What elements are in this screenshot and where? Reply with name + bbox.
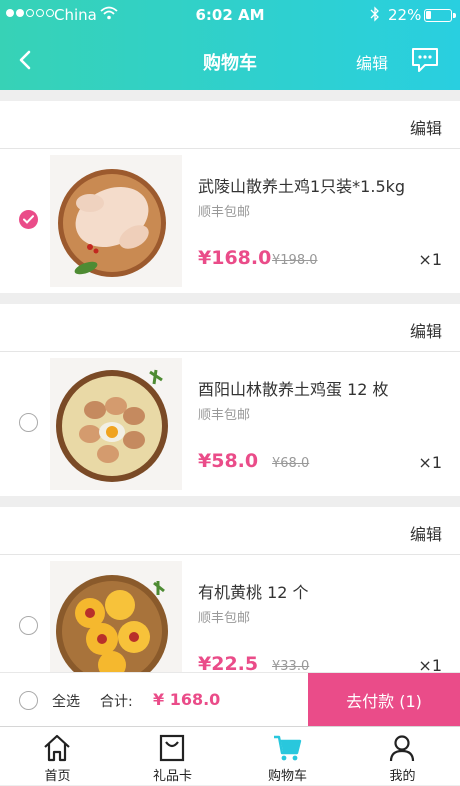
product-name[interactable]: 武陵山散养土鸡1只装*1.5kg [198,173,405,197]
item-edit-button[interactable]: 编辑 [410,521,442,545]
quantity: ×1 [418,250,442,269]
item-checkbox[interactable] [19,616,38,635]
tab-cart[interactable]: 购物车 [230,727,345,786]
home-icon [44,734,70,762]
product-price: ¥58.0 [198,450,259,472]
checkout-bar: 全选 合计: ¥ 168.0 去付款 (1) [0,672,460,727]
select-all-checkbox[interactable] [19,691,38,710]
original-price: ¥68.0 [272,456,310,471]
product-name[interactable]: 酉阳山林散养土鸡蛋 12 枚 [198,376,389,400]
cart-item-header: 编辑 [0,507,460,555]
tab-gift-card[interactable]: 礼品卡 [115,727,230,786]
product-price: ¥168.0 [198,247,272,269]
item-checkbox[interactable] [19,413,38,432]
item-edit-button[interactable]: 编辑 [410,318,442,342]
original-price: ¥198.0 [272,253,318,268]
cart-item-header: 编辑 [0,304,460,352]
status-bar: China 6:02 AM 22% [0,0,460,32]
quantity: ×1 [418,453,442,472]
cart-item-header: 编辑 [0,101,460,149]
cart-item: 编辑 武陵山散养土鸡1只装*1.5kg 顺丰包邮 ¥168.0 ¥198.0 ×… [0,101,460,293]
product-image-chicken[interactable] [50,155,182,287]
tab-home[interactable]: 首页 [0,727,115,786]
select-all-label[interactable]: 全选 [52,691,80,711]
gift-card-icon [159,734,185,762]
total-amount: ¥ 168.0 [153,690,221,709]
shipping-label: 顺丰包邮 [198,205,251,220]
bluetooth-icon [370,6,380,26]
header: China 6:02 AM 22% 购物车 编辑 [0,0,460,90]
tab-cart-label: 购物车 [267,769,307,784]
total-label: 合计: [100,694,133,710]
product-name[interactable]: 有机黄桃 12 个 [198,579,309,603]
page-title: 购物车 [203,53,257,74]
checkout-button[interactable]: 去付款 (1) [308,673,460,727]
battery-percentage: 22% [388,6,422,24]
item-checkbox[interactable] [19,210,38,229]
cart-item: 编辑 有机黄桃 12 个 顺丰包邮 ¥22.5 ¥33.0 ×1 [0,507,460,699]
product-image-eggs[interactable] [50,358,182,490]
tab-bar: 首页 礼品卡 购物车 我的 [0,726,460,785]
tab-home-label: 首页 [44,769,71,784]
message-icon[interactable] [410,46,440,74]
header-edit-button[interactable]: 编辑 [356,50,388,74]
user-icon [389,735,415,762]
cart-icon [274,735,302,761]
tab-profile[interactable]: 我的 [345,727,460,786]
tab-profile-label: 我的 [389,769,416,784]
shipping-label: 顺丰包邮 [198,408,251,423]
nav-bar: 购物车 编辑 [0,32,460,90]
item-edit-button[interactable]: 编辑 [410,115,442,139]
cart-item: 编辑 酉阳山林散养土鸡蛋 12 枚 顺丰包邮 ¥58.0 ¥68.0 ×1 [0,304,460,496]
tab-gift-card-label: 礼品卡 [152,769,192,784]
battery-icon [424,9,456,22]
shipping-label: 顺丰包邮 [198,611,251,626]
